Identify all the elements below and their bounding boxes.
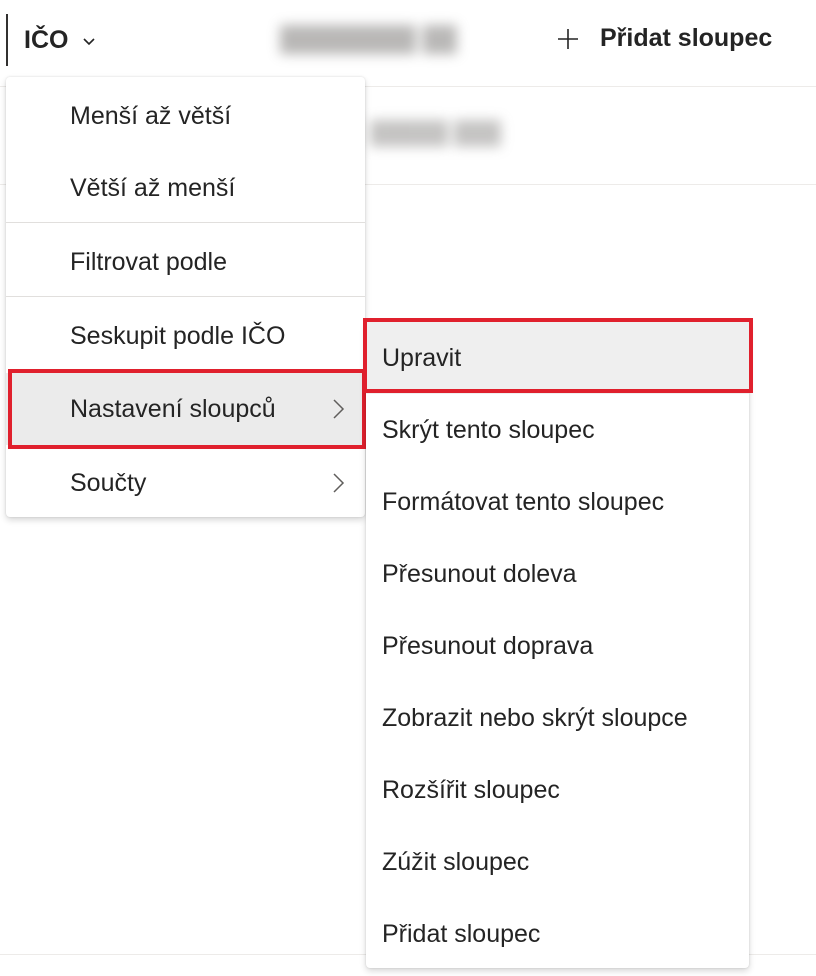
submenu-item-move-right[interactable]: Přesunout doprava bbox=[366, 610, 749, 682]
plus-icon bbox=[558, 28, 578, 49]
column-context-menu: Menší až větší Větší až menší Filtrovat … bbox=[6, 77, 366, 519]
submenu-item-label: Zúžit sloupec bbox=[382, 847, 530, 876]
column-header-obscured[interactable]: ████████ ██ bbox=[280, 26, 457, 54]
submenu-item-label: Upravit bbox=[382, 343, 462, 372]
menu-item-sort-ascending[interactable]: Menší až větší bbox=[6, 80, 365, 152]
chevron-right-icon bbox=[333, 473, 345, 493]
menu-item-filter-by[interactable]: Filtrovat podle bbox=[6, 226, 365, 298]
menu-divider bbox=[6, 296, 365, 297]
chevron-right-icon bbox=[333, 399, 345, 419]
column-header-label: IČO bbox=[24, 26, 69, 54]
menu-item-label: Nastavení sloupců bbox=[70, 394, 276, 423]
menu-item-label: Seskupit podle IČO bbox=[70, 321, 286, 350]
menu-item-sort-descending[interactable]: Větší až menší bbox=[6, 152, 365, 224]
column-settings-submenu: Upravit Skrýt tento sloupec Formátovat t… bbox=[363, 318, 753, 970]
column-selected-indicator bbox=[6, 14, 8, 66]
menu-item-label: Součty bbox=[70, 468, 147, 497]
chevron-down-icon bbox=[83, 37, 96, 45]
submenu-item-show-hide-columns[interactable]: Zobrazit nebo skrýt sloupce bbox=[366, 682, 749, 754]
submenu-item-label: Formátovat tento sloupec bbox=[382, 487, 665, 516]
submenu-item-narrow-column[interactable]: Zúžit sloupec bbox=[366, 826, 749, 898]
submenu-item-move-left[interactable]: Přesunout doleva bbox=[366, 538, 749, 610]
submenu-item-label: Přesunout doprava bbox=[382, 631, 594, 660]
menu-item-label: Větší až menší bbox=[70, 173, 236, 202]
submenu-item-label: Přidat sloupec bbox=[382, 919, 541, 948]
add-column-button[interactable]: Přidat sloupec bbox=[556, 24, 772, 53]
menu-divider bbox=[6, 222, 365, 223]
menu-item-label: Menší až větší bbox=[70, 101, 232, 130]
add-column-label: Přidat sloupec bbox=[600, 24, 773, 52]
menu-item-column-settings[interactable]: Nastavení sloupců bbox=[6, 369, 366, 449]
menu-item-group-by[interactable]: Seskupit podle IČO bbox=[6, 300, 365, 372]
submenu-item-label: Zobrazit nebo skrýt sloupce bbox=[382, 703, 688, 732]
submenu-item-widen-column[interactable]: Rozšířit sloupec bbox=[366, 754, 749, 826]
column-header-ico[interactable]: IČO bbox=[24, 26, 96, 55]
submenu-item-hide-column[interactable]: Skrýt tento sloupec bbox=[366, 394, 749, 466]
submenu-item-label: Přesunout doleva bbox=[382, 559, 577, 588]
menu-item-totals[interactable]: Součty bbox=[6, 447, 365, 519]
submenu-item-label: Rozšířit sloupec bbox=[382, 775, 560, 804]
submenu-item-label: Skrýt tento sloupec bbox=[382, 415, 595, 444]
submenu-item-add-column[interactable]: Přidat sloupec bbox=[366, 898, 749, 970]
menu-item-label: Filtrovat podle bbox=[70, 247, 228, 276]
cell-obscured: █████ ███ bbox=[370, 120, 501, 145]
column-header-row: IČO ████████ ██ Přidat sloupec bbox=[0, 0, 816, 87]
submenu-item-format-column[interactable]: Formátovat tento sloupec bbox=[366, 466, 749, 538]
submenu-item-edit[interactable]: Upravit bbox=[363, 318, 753, 394]
